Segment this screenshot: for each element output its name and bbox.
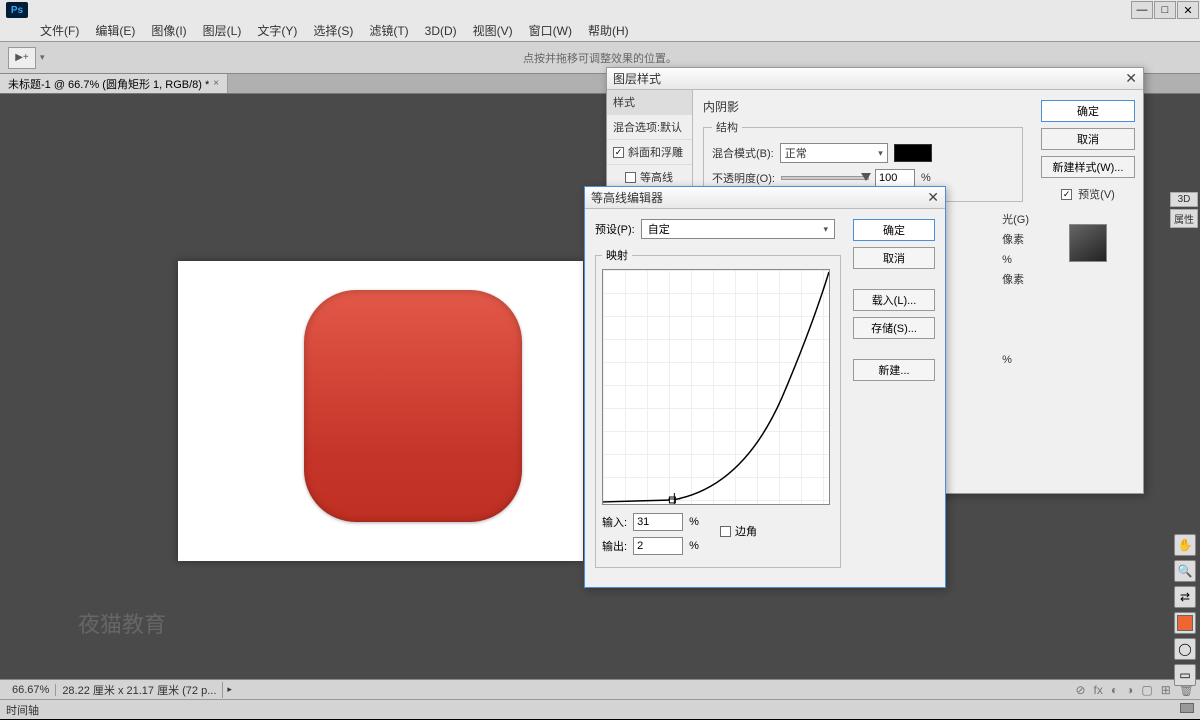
menu-image[interactable]: 图像(I) [143, 22, 194, 39]
hand-tool-icon[interactable]: ✋ [1174, 534, 1196, 556]
fx-icon[interactable]: fx [1094, 683, 1103, 697]
app-logo: Ps [6, 2, 28, 18]
timeline-label: 时间轴 [6, 705, 39, 717]
watermark-text: 夜猫教育 [78, 607, 166, 639]
ls-ok-button[interactable]: 确定 [1041, 100, 1135, 122]
layer-style-close-icon[interactable]: ✕ [1125, 70, 1137, 87]
menu-layer[interactable]: 图层(L) [195, 22, 250, 39]
ce-preset-label: 预设(P): [595, 221, 635, 237]
ls-opacity-label: 不透明度(O): [712, 170, 775, 186]
ce-mapping-legend: 映射 [602, 247, 632, 263]
ce-preset-select[interactable]: 自定 [641, 219, 835, 239]
ce-corner-checkbox[interactable] [720, 526, 731, 537]
zoom-level[interactable]: 66.67% [6, 684, 56, 696]
ls-blendmode-label: 混合模式(B): [712, 145, 774, 161]
zoom-tool-icon[interactable]: 🔍 [1174, 560, 1196, 582]
contour-title: 等高线编辑器 [591, 189, 663, 206]
ls-preview-checkbox[interactable] [1061, 189, 1072, 200]
right-dock: ✋ 🔍 ⇄ ◯ ▭ [1170, 534, 1200, 686]
ls-bevel-checkbox[interactable] [613, 147, 624, 158]
mask-add-icon[interactable]: ◐ [1111, 683, 1118, 697]
maximize-button[interactable]: □ [1154, 1, 1176, 19]
panel-tab-properties[interactable]: 属性 [1170, 209, 1198, 228]
ls-bevel-emboss[interactable]: 斜面和浮雕 [607, 140, 692, 165]
menu-select[interactable]: 选择(S) [305, 22, 361, 39]
minimize-button[interactable]: — [1131, 1, 1153, 19]
swap-icon[interactable]: ⇄ [1174, 586, 1196, 608]
ls-styles-header[interactable]: 样式 [607, 90, 692, 115]
ce-cancel-button[interactable]: 取消 [853, 247, 935, 269]
layer-style-buttons: 确定 取消 新建样式(W)... 预览(V) [1033, 90, 1143, 494]
ls-color-swatch[interactable] [894, 144, 932, 162]
ce-ok-button[interactable]: 确定 [853, 219, 935, 241]
screen-mode-icon[interactable]: ▭ [1174, 664, 1196, 686]
adjustment-icon[interactable]: ◑ [1126, 683, 1133, 697]
ce-input-percent: % [689, 516, 699, 528]
artboard [178, 261, 583, 561]
mask-icon[interactable]: ◯ [1174, 638, 1196, 660]
ce-output-field[interactable] [633, 537, 683, 555]
menu-text[interactable]: 文字(Y) [249, 22, 305, 39]
ls-opacity-slider[interactable] [781, 176, 869, 180]
menu-help[interactable]: 帮助(H) [580, 22, 637, 39]
ls-blendmode-select[interactable]: 正常 [780, 143, 888, 163]
ce-corner-label: 边角 [735, 523, 757, 539]
ce-load-button[interactable]: 载入(L)... [853, 289, 935, 311]
swatch-icon[interactable] [1174, 612, 1196, 634]
ls-cancel-button[interactable]: 取消 [1041, 128, 1135, 150]
ls-contour-checkbox[interactable] [625, 172, 636, 183]
ls-percent: % [921, 172, 931, 184]
ls-blend-default[interactable]: 混合选项:默认 [607, 115, 692, 140]
menubar: 文件(F) 编辑(E) 图像(I) 图层(L) 文字(Y) 选择(S) 滤镜(T… [0, 20, 1200, 42]
close-button[interactable]: ✕ [1177, 1, 1199, 19]
menu-file[interactable]: 文件(F) [32, 22, 87, 39]
layer-style-title: 图层样式 [613, 70, 661, 87]
shape-rounded-rect [304, 290, 522, 522]
ce-save-button[interactable]: 存储(S)... [853, 317, 935, 339]
menu-window[interactable]: 窗口(W) [521, 22, 580, 39]
menu-3d[interactable]: 3D(D) [417, 24, 465, 38]
ls-newstyle-button[interactable]: 新建样式(W)... [1041, 156, 1135, 178]
panel-tab-3d[interactable]: 3D [1170, 192, 1198, 207]
ce-output-percent: % [689, 540, 699, 552]
contour-close-icon[interactable]: ✕ [927, 189, 939, 206]
tool-indicator[interactable]: ▶+ [8, 47, 36, 69]
ce-output-label: 输出: [602, 538, 627, 554]
menu-filter[interactable]: 滤镜(T) [361, 22, 416, 39]
ls-partial-labels: 光(G) 像素 % 像素 % [1002, 210, 1033, 370]
options-hint: 点按并拖移可调整效果的位置。 [523, 50, 677, 66]
ce-input-field[interactable] [633, 513, 683, 531]
ce-curve-canvas[interactable] [602, 269, 830, 505]
ls-section-title: 内阴影 [703, 98, 1023, 115]
ls-opacity-input[interactable] [875, 169, 915, 187]
ce-input-label: 输入: [602, 514, 627, 530]
menu-view[interactable]: 视图(V) [465, 22, 521, 39]
status-bar: 66.67% 28.22 厘米 x 21.17 厘米 (72 p... ▸ ⊘ … [0, 679, 1200, 699]
doc-info[interactable]: 28.22 厘米 x 21.17 厘米 (72 p... [56, 682, 223, 698]
menu-edit[interactable]: 编辑(E) [87, 22, 143, 39]
ls-preview-label: 预览(V) [1078, 186, 1115, 202]
document-tab-title: 未标题-1 @ 66.7% (圆角矩形 1, RGB/8) * [8, 76, 209, 92]
contour-titlebar[interactable]: 等高线编辑器 ✕ [585, 187, 945, 209]
contour-editor-dialog: 等高线编辑器 ✕ 预设(P): 自定 确定 取消 载入(L)... 存储(S).… [584, 186, 946, 588]
timeline-panel[interactable]: 时间轴 [0, 699, 1200, 719]
ls-preview-swatch [1069, 220, 1107, 262]
ce-new-button[interactable]: 新建... [853, 359, 935, 381]
document-tab[interactable]: 未标题-1 @ 66.7% (圆角矩形 1, RGB/8) * × [0, 74, 228, 93]
ls-structure-legend: 结构 [712, 119, 742, 135]
group-icon[interactable]: ▢ [1141, 683, 1152, 697]
layer-style-titlebar[interactable]: 图层样式 ✕ [607, 68, 1143, 90]
document-tab-close-icon[interactable]: × [213, 78, 219, 89]
window-titlebar: Ps — □ ✕ [0, 0, 1200, 20]
timeline-resize-handle[interactable] [1180, 703, 1194, 713]
link-icon[interactable]: ⊘ [1075, 683, 1085, 697]
